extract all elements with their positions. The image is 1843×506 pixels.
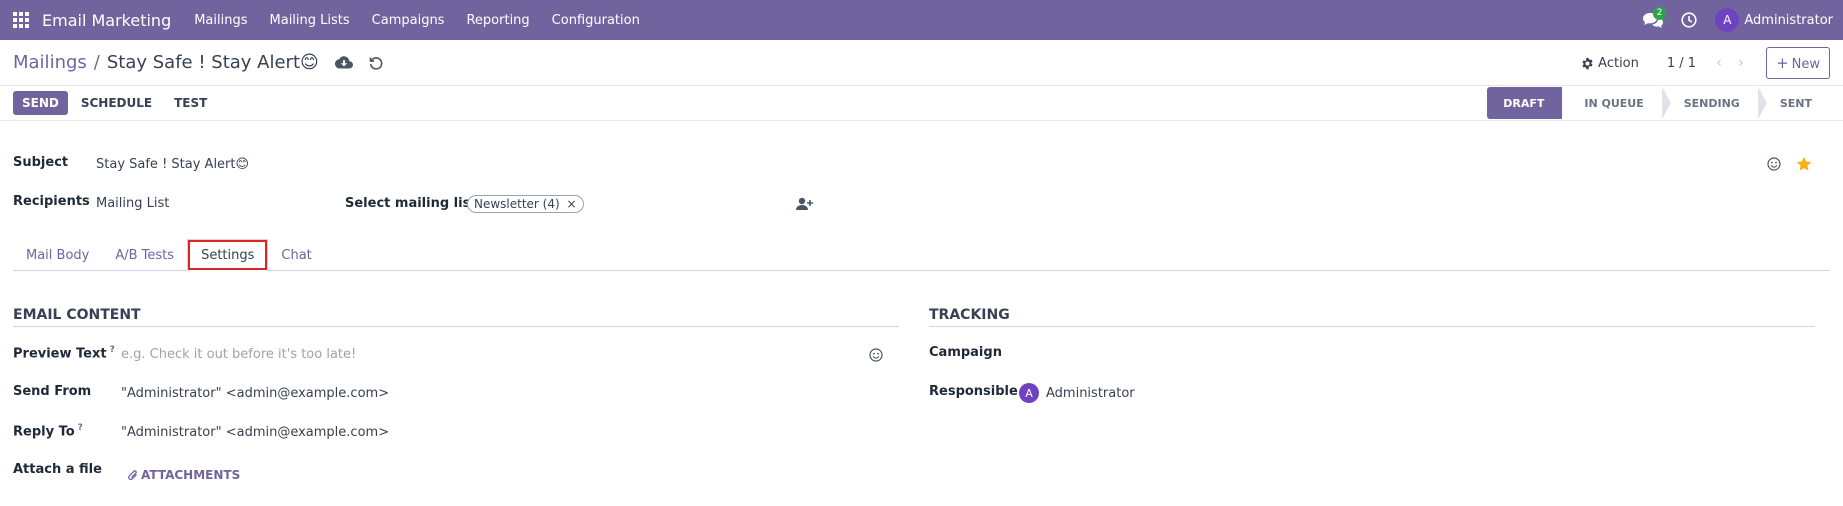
discard-undo-icon[interactable] (369, 56, 383, 70)
reply-to-field[interactable]: "Administrator" <admin@example.com> (121, 425, 389, 440)
paperclip-icon (128, 469, 137, 480)
tab-chat[interactable]: Chat (268, 239, 324, 271)
mailing-list-tag: Newsletter (4) × (467, 195, 584, 213)
plus-icon: + (1776, 54, 1789, 72)
control-panel: Mailings / Stay Safe ! Stay Alert😊 Actio… (0, 40, 1843, 86)
campaign-label: Campaign (929, 345, 1002, 360)
preview-text-label: Preview Text? (13, 345, 115, 362)
tag-remove-icon[interactable]: × (567, 197, 577, 211)
emoji-picker-icon[interactable] (1767, 157, 1781, 175)
action-button[interactable]: Action (1581, 56, 1639, 71)
recipients-field[interactable]: Mailing List (96, 196, 169, 211)
breadcrumb-current: Stay Safe ! Stay Alert😊 (106, 52, 319, 73)
user-menu[interactable]: A Administrator (1715, 8, 1833, 32)
pager-next-icon[interactable]: › (1730, 55, 1752, 71)
user-name: Administrator (1744, 12, 1833, 28)
new-label: New (1791, 57, 1820, 72)
top-navbar: Email Marketing Mailings Mailing Lists C… (0, 0, 1843, 40)
notebook-tabs: Mail Body A/B Tests Settings Chat (13, 239, 1830, 271)
stage-sending[interactable]: SENDING (1662, 87, 1767, 119)
send-from-label: Send From (13, 384, 92, 399)
menu-reporting[interactable]: Reporting (455, 13, 540, 28)
email-content-title: EMAIL CONTENT (13, 307, 141, 323)
preview-emoji-icon[interactable] (869, 348, 883, 366)
gear-icon (1582, 57, 1593, 69)
favorite-star-icon[interactable] (1796, 156, 1812, 176)
pager-previous-icon[interactable]: ‹ (1708, 55, 1730, 71)
pager-nav: ‹ › (1708, 55, 1752, 71)
recipients-label: Recipients (13, 194, 90, 209)
pager-value[interactable]: 1 / 1 (1667, 56, 1696, 71)
breadcrumb: Mailings / Stay Safe ! Stay Alert😊 (13, 52, 319, 73)
apps-menu-icon[interactable] (0, 0, 42, 40)
attachments-label: ATTACHMENTS (141, 468, 241, 482)
add-recipient-icon[interactable] (796, 197, 813, 215)
schedule-button[interactable]: SCHEDULE (72, 91, 161, 115)
stage-in-queue[interactable]: IN QUEUE (1562, 87, 1671, 119)
action-label: Action (1598, 55, 1639, 71)
app-name[interactable]: Email Marketing (42, 11, 171, 30)
email-content-divider (13, 326, 899, 327)
send-button[interactable]: SEND (13, 91, 68, 115)
messages-icon[interactable]: 2 (1635, 0, 1671, 40)
stage-draft[interactable]: DRAFT (1487, 87, 1563, 119)
tab-ab-tests[interactable]: A/B Tests (102, 239, 187, 271)
mailing-list-tag-label: Newsletter (4) (474, 197, 560, 211)
reply-to-label: Reply To? (13, 423, 83, 440)
save-cloud-icon[interactable] (334, 55, 353, 70)
menu-mailings[interactable]: Mailings (183, 13, 258, 28)
form-statusbar: SEND SCHEDULE TEST DRAFT IN QUEUE SENDIN… (0, 86, 1843, 121)
attach-file-label: Attach a file (13, 462, 102, 477)
attachments-button[interactable]: ATTACHMENTS (127, 468, 240, 482)
breadcrumb-separator: / (93, 52, 100, 73)
tracking-divider (929, 326, 1815, 327)
responsible-label: Responsible (929, 384, 1018, 399)
activity-clock-icon[interactable] (1671, 0, 1707, 40)
messages-badge: 2 (1652, 7, 1667, 20)
tab-settings[interactable]: Settings (187, 239, 269, 271)
help-tooltip-icon[interactable]: ? (78, 423, 83, 433)
preview-text-input[interactable]: e.g. Check it out before it's too late! (121, 347, 356, 362)
breadcrumb-mailings[interactable]: Mailings (13, 52, 87, 73)
avatar: A (1715, 8, 1740, 32)
help-tooltip-icon[interactable]: ? (110, 345, 115, 355)
tab-mail-body[interactable]: Mail Body (13, 239, 102, 271)
stage-sent[interactable]: SENT (1758, 87, 1830, 119)
subject-field[interactable]: Stay Safe ! Stay Alert😊 (96, 157, 249, 172)
test-button[interactable]: TEST (165, 91, 216, 115)
status-stages: DRAFT IN QUEUE SENDING SENT (1487, 86, 1830, 120)
responsible-field[interactable]: Administrator (1046, 386, 1135, 401)
menu-configuration[interactable]: Configuration (541, 13, 651, 28)
tracking-title: TRACKING (929, 307, 1010, 323)
new-button[interactable]: + New (1766, 47, 1830, 79)
main-menu: Mailings Mailing Lists Campaigns Reporti… (183, 0, 651, 40)
subject-label: Subject (13, 155, 69, 170)
avatar: A (1019, 383, 1039, 403)
menu-mailing-lists[interactable]: Mailing Lists (259, 13, 361, 28)
menu-campaigns[interactable]: Campaigns (361, 13, 456, 28)
send-from-field[interactable]: "Administrator" <admin@example.com> (121, 386, 389, 401)
